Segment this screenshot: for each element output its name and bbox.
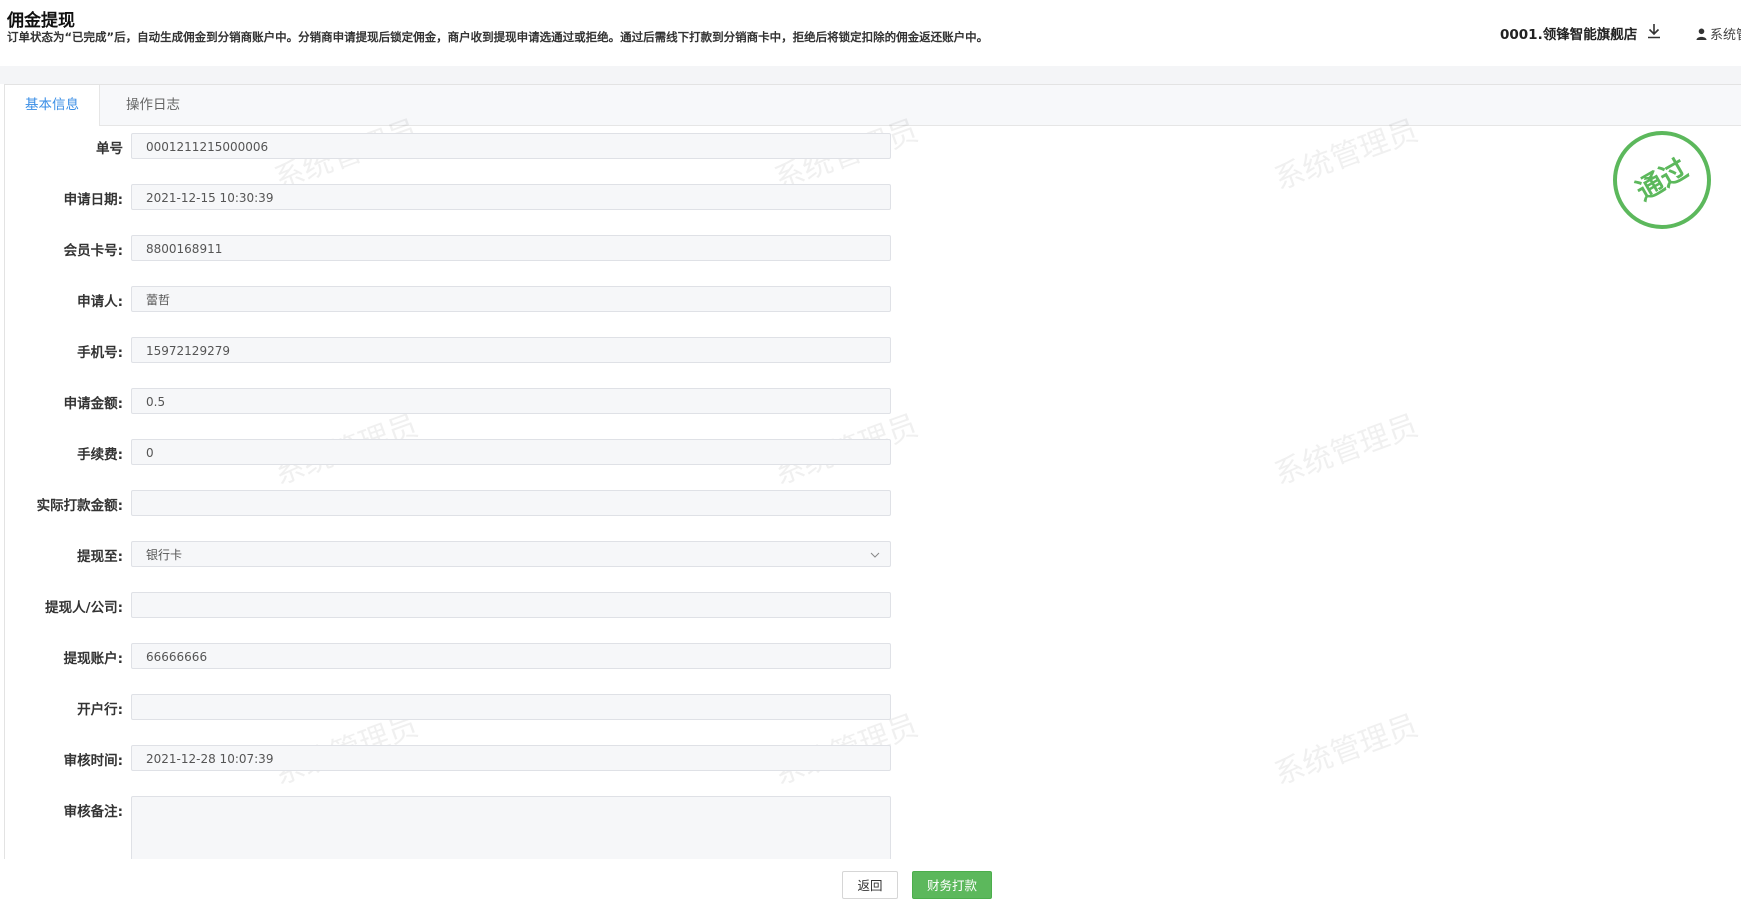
page-title: 佣金提现 [7,11,75,31]
page-header: 佣金提现 订单状态为“已完成”后，自动生成佣金到分销商账户中。分销商申请提现后锁… [0,0,1741,66]
tab-bar: 基本信息 操作日志 [5,85,1741,126]
applicant-label: 申请人: [77,294,123,310]
phone-label: 手机号: [77,345,123,361]
action-bar: 返回 财务打款 [0,859,1741,908]
order-no-field[interactable]: 0001211215000006 [131,133,891,159]
watermark: 系统管理员 [1269,408,1423,493]
approved-stamp: 通过 [1613,131,1711,229]
tab-basic-info[interactable]: 基本信息 [5,85,100,126]
form-row-member-card: 会员卡号: 8800168911 [5,235,905,263]
watermark: 系统管理员 [1269,708,1423,793]
bank-label: 开户行: [77,702,123,718]
user-menu[interactable]: 系统管 [1696,24,1741,43]
audit-time-field[interactable]: 2021-12-28 10:07:39 [131,745,891,771]
user-name: 系统管 [1710,28,1741,43]
main-panel: 基本信息 操作日志 系统管理员 系统管理员 系统管理员 系统管理员 系统管理员 … [4,84,1741,860]
form-row-actual-amount: 实际打款金额: [5,490,905,518]
apply-date-label: 申请日期: [63,192,123,208]
form-row-withdraw-to: 提现至: 银行卡 [5,541,905,569]
chevron-down-icon [870,552,880,558]
form-row-amount: 申请金额: 0.5 [5,388,905,416]
order-no-label: 单号 [96,141,123,157]
back-button[interactable]: 返回 [842,871,898,899]
form-row-withdraw-account: 提现账户: 66666666 [5,643,905,671]
finance-pay-button[interactable]: 财务打款 [912,871,992,899]
member-card-label: 会员卡号: [63,243,123,259]
store-name[interactable]: 0001.领锋智能旗舰店 [1500,23,1637,43]
applicant-field[interactable]: 蕾哲 [131,286,891,312]
audit-remark-label: 审核备注: [63,804,123,820]
member-card-field[interactable]: 8800168911 [131,235,891,261]
withdraw-to-value: 银行卡 [146,548,183,562]
form-row-order-no: 单号 0001211215000006 [5,133,905,161]
withdraw-account-field[interactable]: 66666666 [131,643,891,669]
form-row-applicant: 申请人: 蕾哲 [5,286,905,314]
download-icon[interactable] [1645,22,1663,40]
withdraw-account-label: 提现账户: [63,651,123,667]
apply-date-field[interactable]: 2021-12-15 10:30:39 [131,184,891,210]
actual-amount-label: 实际打款金额: [36,498,123,514]
withdraw-to-label: 提现至: [77,549,123,565]
page-description: 订单状态为“已完成”后，自动生成佣金到分销商账户中。分销商申请提现后锁定佣金，商… [7,30,989,44]
form-row-audit-remark: 审核备注: [5,796,905,860]
tab-operation-log[interactable]: 操作日志 [106,85,200,125]
actual-amount-field[interactable] [131,490,891,516]
stamp-text: 通过 [1631,154,1693,208]
user-icon [1696,28,1707,40]
phone-field[interactable]: 15972129279 [131,337,891,363]
form-row-audit-time: 审核时间: 2021-12-28 10:07:39 [5,745,905,773]
withdraw-to-select[interactable]: 银行卡 [131,541,891,567]
amount-label: 申请金额: [63,396,123,412]
form-row-withdraw-person: 提现人/公司: [5,592,905,620]
withdraw-person-label: 提现人/公司: [45,600,123,616]
form-row-bank: 开户行: [5,694,905,722]
form-row-apply-date: 申请日期: 2021-12-15 10:30:39 [5,184,905,212]
header-divider [0,66,1741,84]
withdraw-person-field[interactable] [131,592,891,618]
fee-field[interactable]: 0 [131,439,891,465]
audit-remark-textarea[interactable] [131,796,891,860]
audit-time-label: 审核时间: [63,753,123,769]
form-row-phone: 手机号: 15972129279 [5,337,905,365]
fee-label: 手续费: [77,447,123,463]
amount-field[interactable]: 0.5 [131,388,891,414]
form-row-fee: 手续费: 0 [5,439,905,467]
bank-field[interactable] [131,694,891,720]
